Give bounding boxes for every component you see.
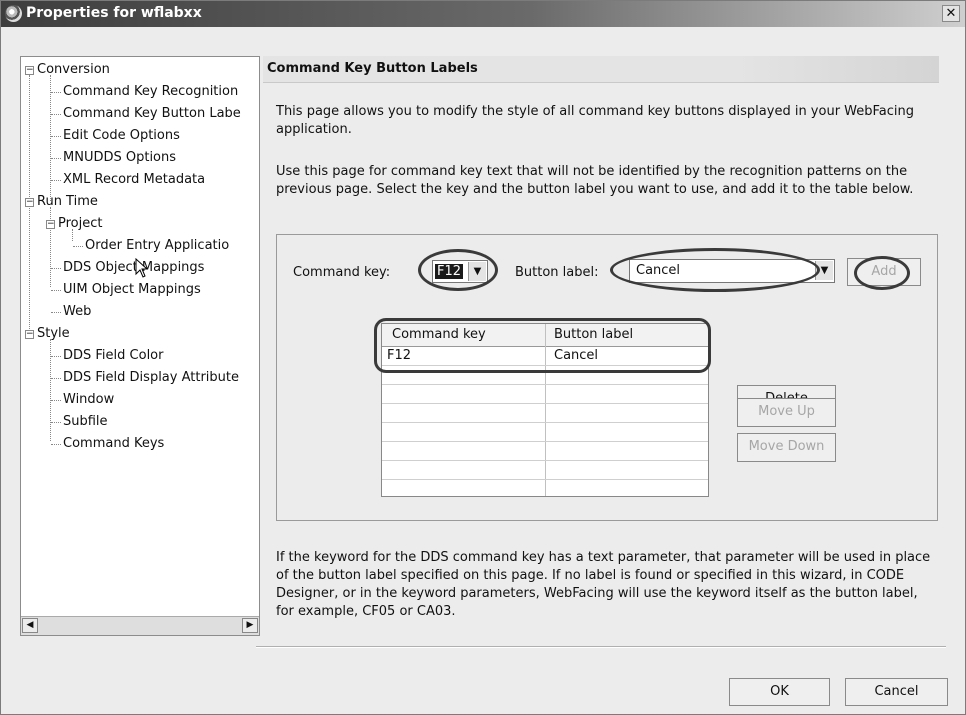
- collapse-toggle-icon[interactable]: −: [25, 198, 34, 207]
- tree-connector: [50, 75, 51, 201]
- tree-connector: [51, 422, 61, 423]
- mouse-cursor-icon: [135, 258, 149, 278]
- tree-item-style[interactable]: Style: [37, 326, 70, 341]
- tree-item-conversion[interactable]: Conversion: [37, 62, 110, 77]
- app-icon: [5, 5, 22, 22]
- note-text: If the keyword for the DDS command key h…: [276, 549, 936, 621]
- collapse-toggle-icon[interactable]: −: [25, 66, 34, 75]
- table-row: [382, 385, 708, 404]
- intro-line: application.: [276, 122, 352, 137]
- command-key-table: Command key Button label F12 Cancel: [381, 323, 709, 497]
- usage-line: Use this page for command key text that …: [276, 164, 908, 179]
- close-button[interactable]: ✕: [942, 5, 960, 22]
- footer-separator: [256, 646, 946, 648]
- tree-item-dds-field-display-attribute[interactable]: DDS Field Display Attribute: [63, 370, 239, 385]
- chevron-down-icon[interactable]: ▼: [468, 262, 486, 281]
- column-header-command-key[interactable]: Command key: [392, 327, 486, 342]
- collapse-toggle-icon[interactable]: −: [46, 220, 55, 229]
- command-key-label: Command key:: [293, 265, 391, 280]
- tree-connector: [51, 400, 61, 401]
- page-header: Command Key Button Labels: [263, 56, 939, 83]
- tree-item-order-entry-application[interactable]: Order Entry Applicatio: [85, 238, 229, 253]
- table-row: [382, 442, 708, 461]
- chevron-down-icon[interactable]: ▼: [815, 261, 833, 280]
- tree-item-edit-code-options[interactable]: Edit Code Options: [63, 128, 180, 143]
- cancel-button[interactable]: Cancel: [845, 678, 948, 706]
- tree-item-window[interactable]: Window: [63, 392, 114, 407]
- column-header-button-label[interactable]: Button label: [554, 327, 633, 342]
- tree-item-command-key-recognition[interactable]: Command Key Recognition: [63, 84, 238, 99]
- title-bar: Properties for wflabxx ✕: [1, 1, 965, 27]
- table-row[interactable]: F12 Cancel: [382, 347, 708, 366]
- usage-line: previous page. Select the key and the bu…: [276, 182, 914, 197]
- move-down-button[interactable]: Move Down: [737, 433, 836, 462]
- window-title: Properties for wflabxx: [26, 5, 202, 21]
- table-row: [382, 423, 708, 442]
- tree-connector: [51, 312, 61, 313]
- note-line: of the button label specified on this pa…: [276, 568, 905, 583]
- tree-connector: [51, 158, 61, 159]
- add-button[interactable]: Add: [847, 258, 921, 286]
- tree-connector: [50, 339, 51, 441]
- tree-item-dds-field-color[interactable]: DDS Field Color: [63, 348, 163, 363]
- button-label-value: Cancel: [636, 263, 681, 278]
- page-title: Command Key Button Labels: [267, 61, 478, 76]
- tree-item-command-key-button-labels[interactable]: Command Key Button Labe: [63, 106, 241, 121]
- button-label-dropdown[interactable]: Cancel ▼: [629, 259, 835, 283]
- tree-connector: [51, 92, 61, 93]
- tree-item-project[interactable]: Project: [58, 216, 102, 231]
- tree-connector: [51, 356, 61, 357]
- tree-item-mnudds-options[interactable]: MNUDDS Options: [63, 150, 176, 165]
- tree-connector: [51, 290, 61, 291]
- tree-item-command-keys[interactable]: Command Keys: [63, 436, 164, 451]
- note-line: for example, CF05 or CA03.: [276, 604, 456, 619]
- tree-item-uim-object-mappings[interactable]: UIM Object Mappings: [63, 282, 201, 297]
- command-key-value: F12: [435, 264, 464, 279]
- intro-line: This page allows you to modify the style…: [276, 104, 915, 119]
- command-key-dropdown[interactable]: F12 ▼: [432, 260, 488, 283]
- tree-connector: [51, 378, 61, 379]
- table-cell-button-label: Cancel: [554, 348, 599, 363]
- navigation-tree: − Conversion Command Key Recognition Com…: [20, 56, 260, 636]
- button-label-label: Button label:: [515, 265, 599, 280]
- collapse-toggle-icon[interactable]: −: [25, 330, 34, 339]
- tree-connector: [73, 246, 83, 247]
- table-row: [382, 404, 708, 423]
- tree-item-run-time[interactable]: Run Time: [37, 194, 98, 209]
- intro-text: This page allows you to modify the style…: [276, 103, 936, 139]
- tree-connector: [51, 444, 61, 445]
- tree-connector: [51, 114, 61, 115]
- horizontal-scrollbar[interactable]: ◀ ▶: [21, 616, 259, 635]
- tree-connector: [51, 136, 61, 137]
- note-line: If the keyword for the DDS command key h…: [276, 550, 931, 565]
- table-row: [382, 461, 708, 480]
- table-cell-command-key: F12: [387, 348, 412, 363]
- note-line: Designer, or in the keyword parameters, …: [276, 586, 918, 601]
- tree-item-subfile[interactable]: Subfile: [63, 414, 108, 429]
- move-up-button[interactable]: Move Up: [737, 398, 836, 427]
- scroll-right-icon[interactable]: ▶: [242, 618, 258, 633]
- usage-text: Use this page for command key text that …: [276, 163, 936, 199]
- ok-button[interactable]: OK: [729, 678, 830, 706]
- tree-item-web[interactable]: Web: [63, 304, 91, 319]
- tree-item-xml-record-metadata[interactable]: XML Record Metadata: [63, 172, 205, 187]
- tree-connector: [51, 180, 61, 181]
- tree-connector: [51, 268, 61, 269]
- tree-item-dds-object-mappings[interactable]: DDS Object Mappings: [63, 260, 204, 275]
- table-row: [382, 366, 708, 385]
- scroll-left-icon[interactable]: ◀: [22, 618, 38, 633]
- properties-dialog: Properties for wflabxx ✕ − Conversion Co…: [0, 0, 966, 715]
